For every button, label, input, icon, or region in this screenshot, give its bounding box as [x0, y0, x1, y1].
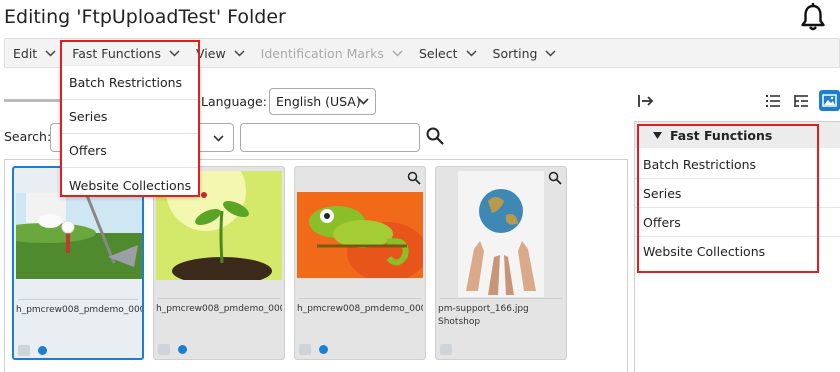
- status-dot: [319, 345, 328, 354]
- gallery-view-button[interactable]: [819, 90, 840, 111]
- thumbnail-golf: [16, 193, 142, 279]
- chevron-down-icon: [545, 49, 556, 57]
- search-scope-select[interactable]: [50, 123, 60, 152]
- chevron-down-icon: [358, 98, 369, 105]
- select-checkbox[interactable]: [440, 344, 452, 355]
- asset-card[interactable]: pm-support_166.jpg Shotshop: [435, 166, 567, 360]
- chevron-down-icon: [213, 135, 224, 142]
- asset-filename: pm-support_166.jpg: [438, 304, 529, 314]
- dropdown-item-offers[interactable]: Offers: [60, 134, 200, 168]
- card-divider: [18, 299, 138, 300]
- asset-filename: h_pmcrew008_pmdemo_0000: [297, 304, 423, 314]
- menu-identification-marks-label: Identification Marks: [260, 45, 384, 61]
- search-icon[interactable]: [425, 126, 445, 146]
- asset-filename: h_pmcrew008_pmdemo_0000: [16, 305, 142, 315]
- asset-filename: h_pmcrew008_pmdemo_0000: [156, 304, 282, 314]
- menu-fast-functions-label: Fast Functions: [72, 45, 161, 61]
- menu-identification-marks[interactable]: Identification Marks: [253, 39, 411, 67]
- chevron-down-icon: [234, 49, 245, 57]
- bell-icon[interactable]: [798, 2, 828, 32]
- panel-divider: [635, 207, 840, 208]
- card-divider: [299, 298, 421, 299]
- fast-functions-panel: Fast Functions Batch Restrictions Series…: [634, 121, 840, 372]
- page-title: Editing 'FtpUploadTest' Folder: [4, 6, 286, 28]
- search-field-select[interactable]: [200, 123, 234, 152]
- dropdown-item-series[interactable]: Series: [60, 100, 200, 134]
- menu-edit[interactable]: Edit: [5, 39, 64, 67]
- language-label: Language:: [201, 94, 267, 109]
- status-dot: [38, 346, 47, 355]
- select-checkbox[interactable]: [158, 344, 170, 355]
- status-dot: [178, 345, 187, 354]
- fast-functions-dropdown: Batch Restrictions Series Offers Website…: [60, 66, 200, 196]
- search-label: Search:: [4, 129, 52, 144]
- zoom-icon[interactable]: [548, 171, 562, 185]
- panel-item-batch-restrictions[interactable]: Batch Restrictions: [643, 157, 756, 172]
- panel-item-series[interactable]: Series: [643, 186, 681, 201]
- panel-header-label: Fast Functions: [670, 127, 773, 143]
- chevron-down-icon: [465, 49, 477, 57]
- chevron-down-icon: [169, 49, 180, 57]
- chevron-down-icon: [45, 49, 56, 57]
- chevron-down-icon: [392, 49, 403, 57]
- asset-card[interactable]: h_pmcrew008_pmdemo_0000: [294, 166, 426, 360]
- language-select[interactable]: English (USA): [269, 88, 376, 115]
- menu-edit-label: Edit: [13, 45, 38, 61]
- card-divider: [158, 298, 280, 299]
- menu-view-label: View: [196, 45, 226, 61]
- menu-view[interactable]: View: [188, 39, 253, 67]
- menu-sorting[interactable]: Sorting: [485, 39, 565, 67]
- menu-select[interactable]: Select: [411, 39, 485, 67]
- menu-select-label: Select: [418, 45, 458, 61]
- language-value: English (USA): [276, 94, 361, 109]
- thumbnail-size-slider[interactable]: [4, 99, 66, 102]
- dropdown-item-batch-restrictions[interactable]: Batch Restrictions: [60, 66, 200, 100]
- list-view-icon[interactable]: [764, 92, 782, 110]
- panel-header[interactable]: Fast Functions: [635, 122, 840, 148]
- card-divider: [440, 298, 562, 299]
- menu-sorting-label: Sorting: [492, 45, 538, 61]
- thumbnail-chameleon: [297, 192, 423, 278]
- dropdown-item-website-collections[interactable]: Website Collections: [60, 168, 200, 202]
- asset-source: Shotshop: [438, 317, 481, 327]
- search-input[interactable]: [240, 123, 420, 152]
- thumbnail-globe: [458, 171, 544, 297]
- select-checkbox[interactable]: [18, 345, 30, 356]
- image-icon: [822, 94, 837, 107]
- panel-divider: [635, 178, 840, 179]
- tree-view-icon[interactable]: [792, 92, 810, 110]
- panel-item-offers[interactable]: Offers: [643, 215, 681, 230]
- panel-divider: [635, 236, 840, 237]
- menu-fast-functions[interactable]: Fast Functions: [64, 39, 188, 67]
- panel-item-website-collections[interactable]: Website Collections: [643, 244, 765, 259]
- select-checkbox[interactable]: [299, 344, 311, 355]
- menu-bar: Edit Fast Functions View Identification …: [4, 38, 840, 68]
- collapse-panel-icon[interactable]: [637, 92, 655, 110]
- zoom-icon[interactable]: [407, 171, 421, 185]
- caret-down-icon: [653, 131, 662, 139]
